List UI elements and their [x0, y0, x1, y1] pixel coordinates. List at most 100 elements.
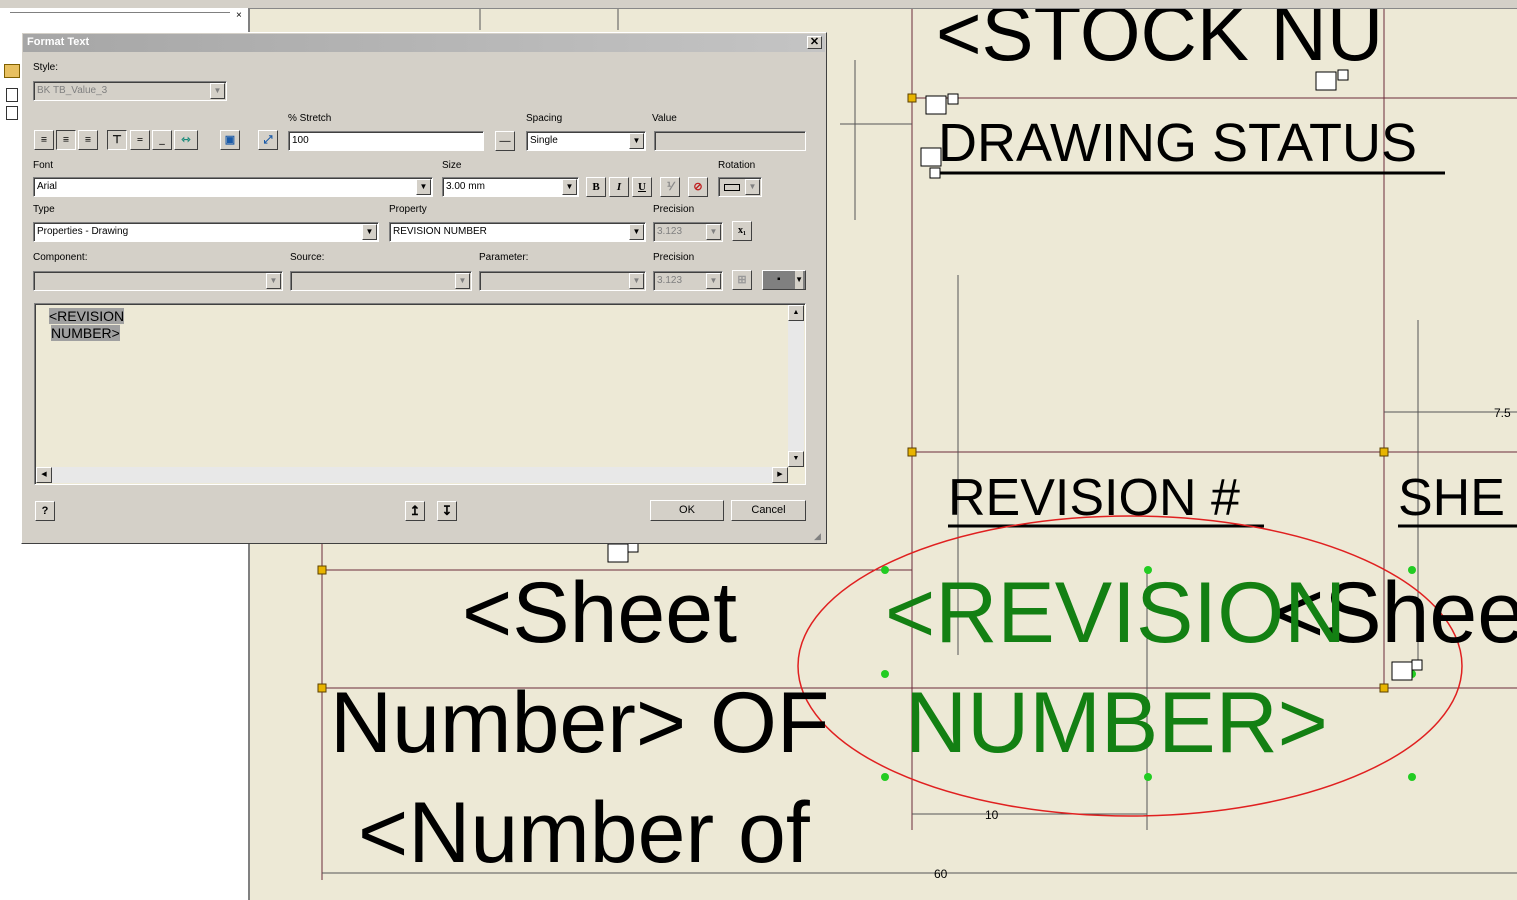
underline-button[interactable]: U [632, 177, 652, 197]
chevron-down-icon[interactable]: ▼ [706, 273, 721, 289]
revision-number-green-line2[interactable]: NUMBER> [905, 680, 1328, 766]
stretch-input[interactable]: 100 [288, 131, 484, 151]
component-dropdown[interactable]: ▼ [33, 271, 283, 291]
editor-content[interactable]: <REVISION NUMBER> [49, 308, 125, 342]
color-picker-button[interactable]: ▪ ▼ [762, 270, 806, 290]
precision-dropdown[interactable]: 3.123 ▼ [653, 222, 723, 242]
chevron-down-icon[interactable]: ▼ [795, 271, 803, 289]
line-spacing-button[interactable]: — [495, 131, 515, 151]
style-label: Style: [33, 62, 59, 73]
stock-number-text[interactable]: <STOCK NU [936, 0, 1383, 72]
dim-60: 60 [934, 867, 948, 881]
horizontal-scrollbar[interactable]: ◀ ▶ [36, 467, 788, 483]
sheet-number-text[interactable]: <Sheet [462, 570, 737, 656]
property-value: REVISION NUMBER [393, 226, 487, 237]
precision-label: Precision [653, 204, 695, 215]
chevron-down-icon[interactable]: ▼ [455, 273, 470, 289]
precision2-value: 3.123 [657, 275, 683, 286]
component-label: Component: [33, 252, 88, 263]
chevron-down-icon[interactable]: ▼ [210, 83, 225, 99]
resize-grip-icon[interactable]: ◢ [814, 531, 821, 542]
number-of-sheets-text[interactable]: <Number of [358, 790, 810, 876]
chevron-down-icon[interactable]: ▼ [562, 179, 577, 195]
chevron-down-icon[interactable]: ▼ [629, 273, 644, 289]
spacing-label: Spacing [526, 113, 563, 124]
format-text-dialog[interactable]: Format Text ✕ Style: BK TB_Value_3 ▼ ≡ ≡… [21, 32, 827, 544]
align-bottom-button[interactable]: _ [152, 130, 172, 150]
dialog-close-button[interactable]: ✕ [807, 36, 822, 49]
chevron-down-icon[interactable]: ▼ [745, 179, 760, 195]
type-value: Properties - Drawing [37, 226, 129, 237]
fit-text-button[interactable]: ⇿ [174, 130, 198, 150]
property-label: Property [389, 204, 427, 215]
align-left-button[interactable]: ≡ [34, 130, 54, 150]
size-value: 3.00 mm [446, 181, 485, 192]
font-value: Arial [37, 181, 58, 192]
rotation-label: Rotation [718, 160, 756, 171]
align-right-button[interactable]: ≡ [78, 130, 98, 150]
font-label: Font [33, 160, 54, 171]
spacing-value: Single [530, 135, 558, 146]
value-input[interactable] [654, 131, 806, 151]
italic-button[interactable]: I [609, 177, 629, 197]
type-dropdown[interactable]: Properties - Drawing ▼ [33, 222, 379, 242]
chevron-down-icon[interactable]: ▼ [629, 133, 644, 149]
chevron-down-icon[interactable]: ▼ [416, 179, 431, 195]
scroll-up-icon[interactable]: ▲ [788, 305, 804, 321]
browser-close-icon[interactable]: × [236, 10, 242, 21]
rotation-icon [724, 184, 740, 191]
source-dropdown[interactable]: ▼ [290, 271, 472, 291]
add-parameter-button[interactable]: ⊞ [732, 270, 752, 290]
sheet-icon[interactable] [6, 88, 18, 102]
color-icon[interactable]: ⊘ [688, 177, 708, 197]
font-dropdown[interactable]: Arial ▼ [33, 177, 433, 197]
dim-10: 10 [985, 808, 999, 822]
rotation-dropdown[interactable]: ▼ [718, 177, 762, 197]
chevron-down-icon[interactable]: ▼ [629, 224, 644, 240]
stretch-label: % Stretch [288, 113, 332, 124]
bold-button[interactable]: B [586, 177, 606, 197]
revision-number-green-line1[interactable]: <REVISION [885, 570, 1346, 656]
style-dropdown[interactable]: BK TB_Value_3 ▼ [33, 81, 227, 101]
size-label: Size [442, 160, 462, 171]
help-button[interactable]: ? [35, 501, 55, 521]
editor-line-2: NUMBER> [51, 325, 120, 341]
property-dropdown[interactable]: REVISION NUMBER ▼ [389, 222, 646, 242]
parameter-dropdown[interactable]: ▼ [479, 271, 646, 291]
scroll-left-icon[interactable]: ◀ [36, 467, 52, 483]
value-label: Value [652, 113, 677, 124]
precision2-label: Precision [653, 252, 695, 263]
drawing-status-text[interactable]: DRAWING STATUS [938, 116, 1417, 170]
folder-icon[interactable] [4, 64, 20, 78]
align-middle-button[interactable]: = [130, 130, 150, 150]
text-editor[interactable]: <REVISION NUMBER> ▲ ▼ ◀ ▶ [34, 303, 806, 485]
revision-hash-text[interactable]: REVISION # [948, 472, 1240, 524]
number-of-text[interactable]: Number> OF [330, 680, 829, 766]
stretch-button[interactable]: ⤢ [258, 130, 278, 150]
ok-button[interactable]: OK [650, 500, 724, 521]
decrease-size-icon[interactable]: ↧ [437, 501, 457, 521]
browser-grip [10, 12, 230, 17]
add-text-parameter-button[interactable]: x₁ [732, 221, 752, 241]
scroll-right-icon[interactable]: ▶ [772, 467, 788, 483]
stack-fraction-icon[interactable]: ⅟ [660, 177, 680, 197]
align-top-button[interactable]: ⊤ [107, 130, 127, 150]
source-label: Source: [290, 252, 325, 263]
chevron-down-icon[interactable]: ▼ [362, 224, 377, 240]
cancel-button[interactable]: Cancel [731, 500, 806, 521]
chevron-down-icon[interactable]: ▼ [706, 224, 721, 240]
vertical-scrollbar[interactable]: ▲ ▼ [788, 305, 804, 467]
spacing-dropdown[interactable]: Single ▼ [526, 131, 646, 151]
parameter-label: Parameter: [479, 252, 529, 263]
align-center-button[interactable]: ≡ [56, 130, 76, 150]
dialog-titlebar[interactable]: Format Text ✕ [23, 34, 825, 52]
scroll-down-icon[interactable]: ▼ [788, 451, 804, 467]
chevron-down-icon[interactable]: ▼ [266, 273, 281, 289]
sheet-icon-2[interactable] [6, 106, 18, 120]
size-dropdown[interactable]: 3.00 mm ▼ [442, 177, 579, 197]
dim-7-5: 7.5 [1494, 406, 1511, 420]
increase-size-icon[interactable]: ↥ [405, 501, 425, 521]
text-frame-button[interactable]: ▣ [220, 130, 240, 150]
precision2-dropdown[interactable]: 3.123 ▼ [653, 271, 723, 291]
sheet-header-text[interactable]: SHE [1398, 472, 1505, 524]
